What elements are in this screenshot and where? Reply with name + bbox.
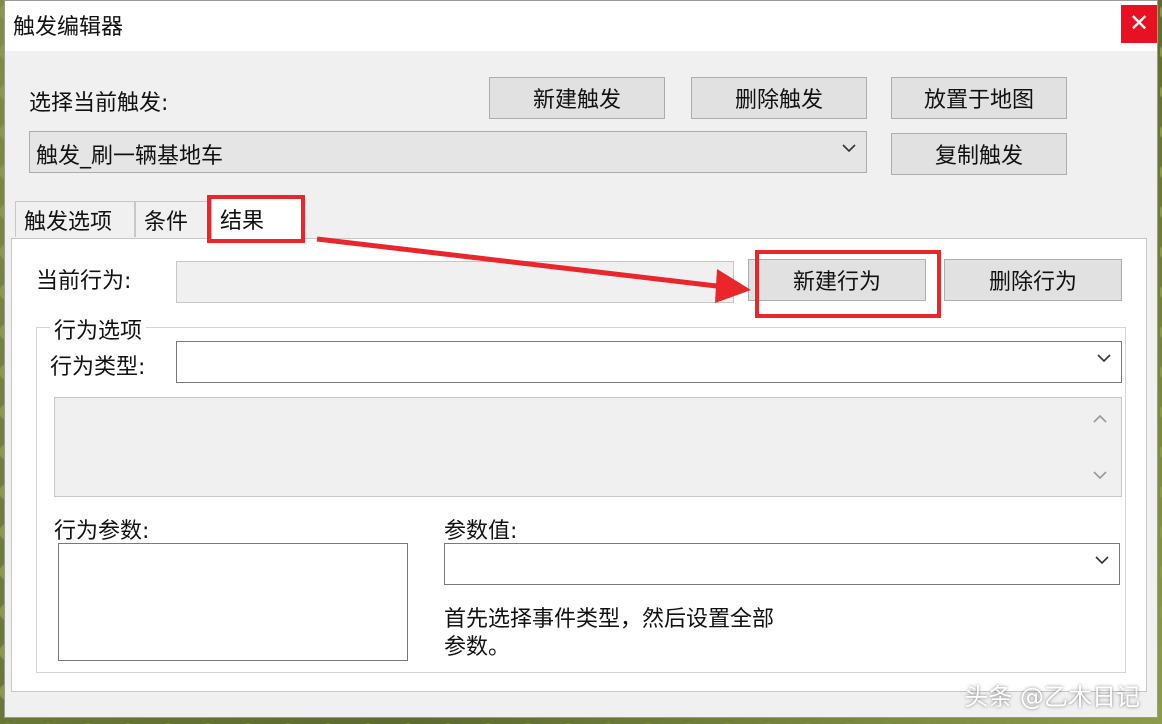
trigger-editor-window: 触发编辑器 ✕ 选择当前触发: 新建触发 删除触发 放置于地图 触发_刷一辆基地… [4, 0, 1158, 718]
annotation-arrow [316, 236, 751, 303]
watermark: 头条 @乙木日记 [964, 683, 1140, 711]
